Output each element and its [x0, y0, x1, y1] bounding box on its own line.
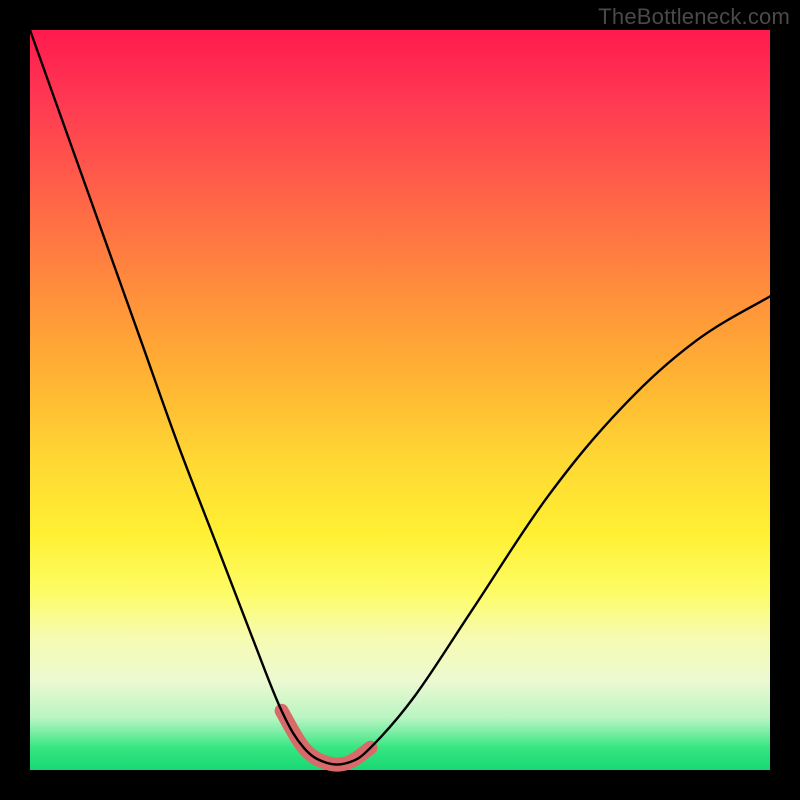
plot-area	[30, 30, 770, 770]
curve-svg	[30, 30, 770, 770]
bottleneck-curve	[30, 30, 770, 765]
chart-frame: TheBottleneck.com	[0, 0, 800, 800]
watermark-text: TheBottleneck.com	[598, 4, 790, 30]
